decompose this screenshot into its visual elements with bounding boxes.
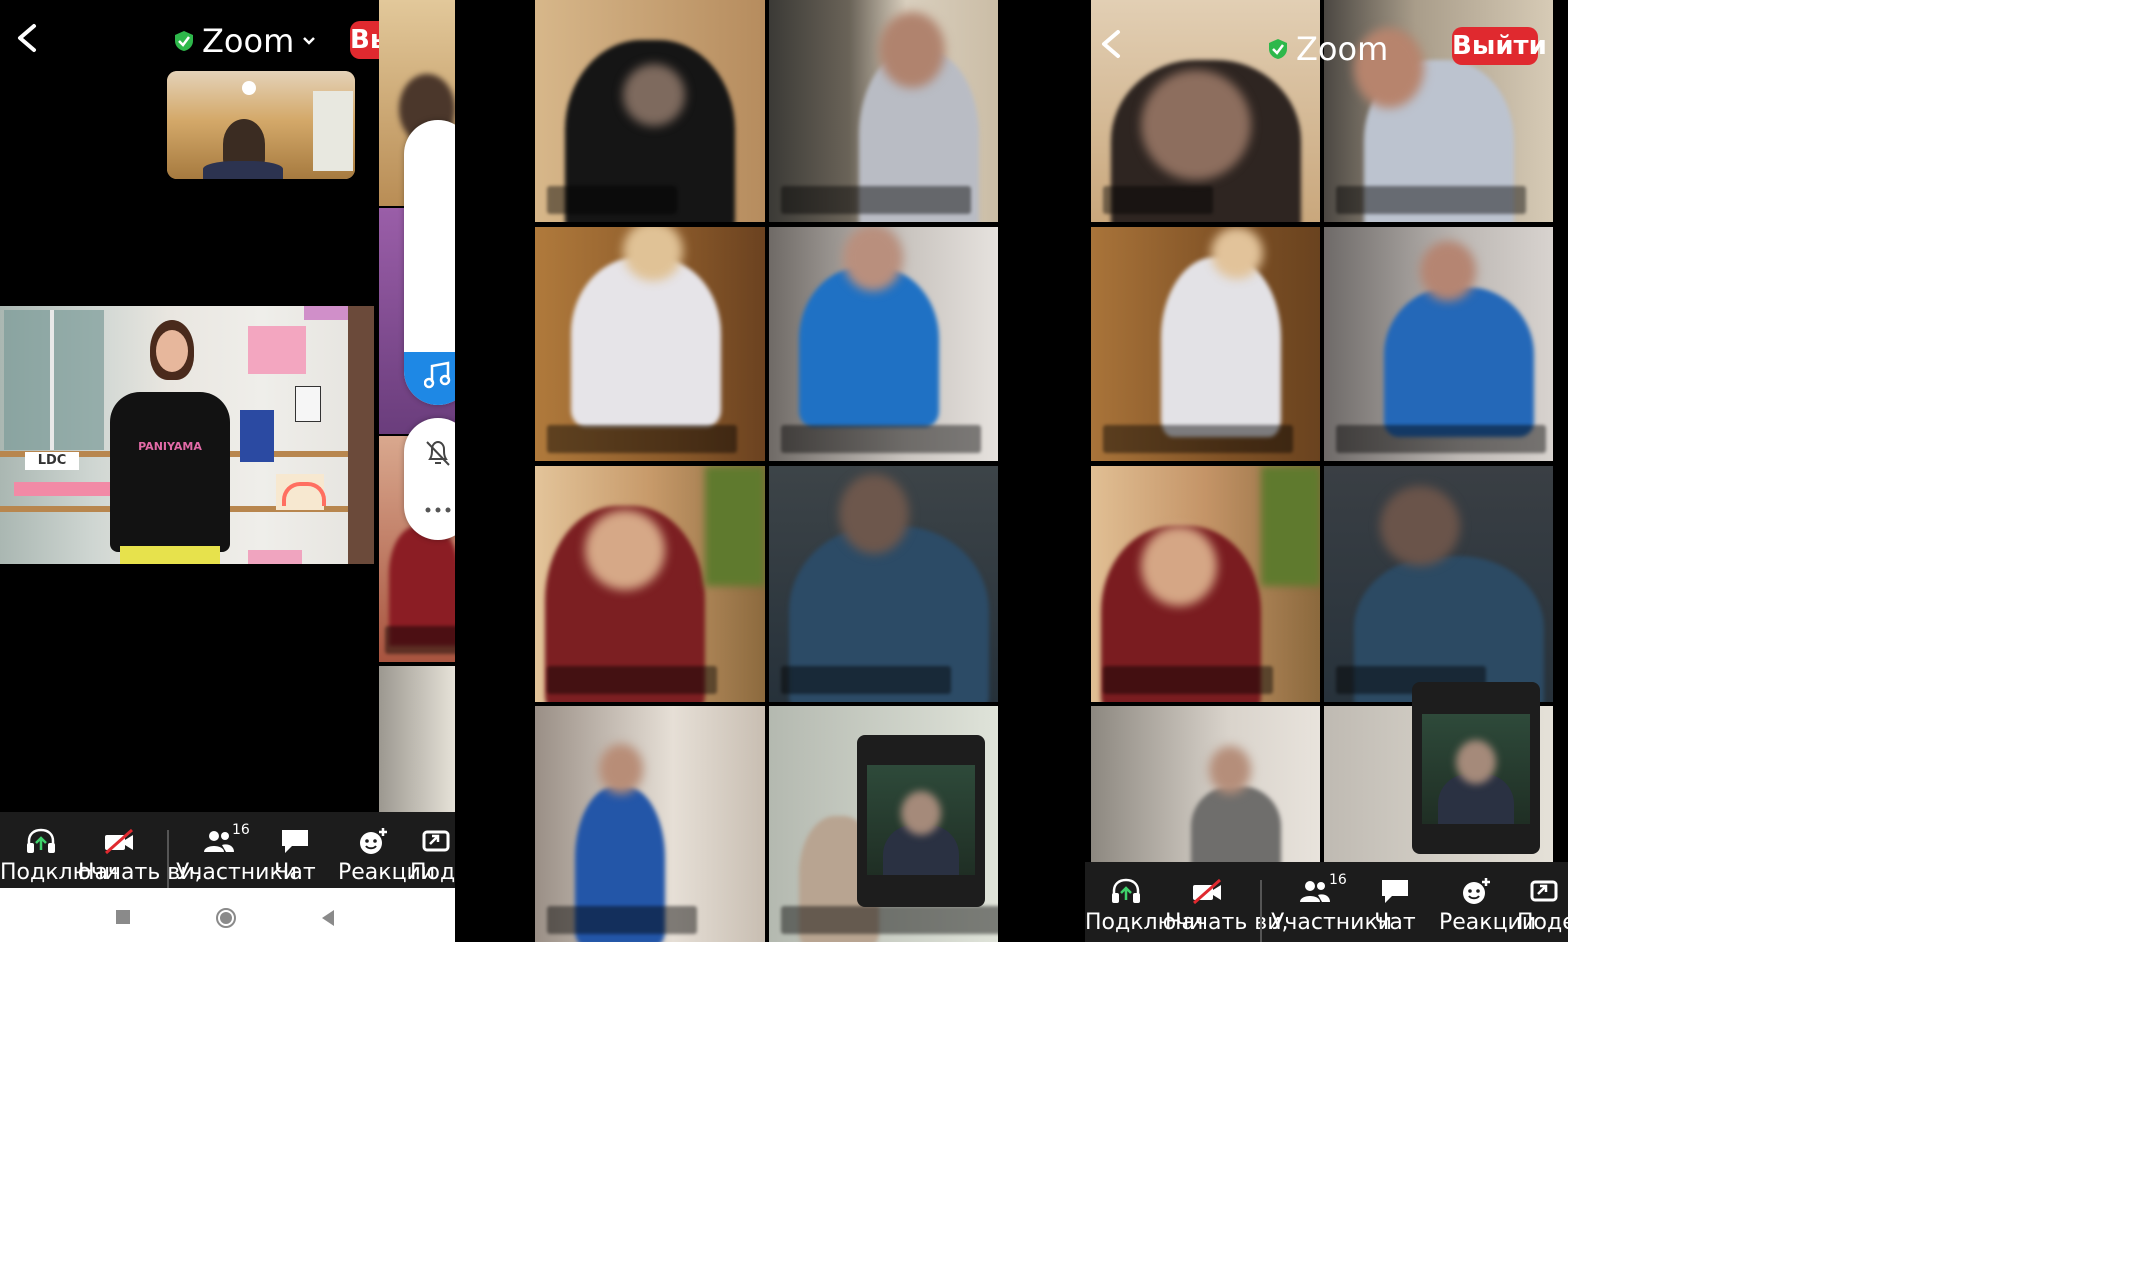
meeting-title[interactable]: Zoom xyxy=(1268,30,1388,68)
join-audio-button[interactable]: Подключи xyxy=(1085,862,1204,942)
participants-count: 16 xyxy=(1329,872,1347,888)
right-tile-7[interactable] xyxy=(1091,706,1320,864)
participants-label: Участники xyxy=(176,860,298,885)
recent-apps-icon[interactable] xyxy=(116,910,130,924)
meeting-title-text: Zoom xyxy=(202,22,295,60)
participant-tile-strip-4[interactable] xyxy=(379,666,455,812)
more-options-icon[interactable] xyxy=(424,500,452,513)
toolbar-separator xyxy=(167,830,169,896)
chat-button[interactable]: Чат xyxy=(1371,862,1419,942)
share-label: Поде.. xyxy=(410,860,460,885)
participants-label: Участники xyxy=(1271,910,1393,935)
reactions-button[interactable]: Реакции xyxy=(338,812,436,888)
gallery-tile-3[interactable] xyxy=(535,227,765,461)
leave-button[interactable]: Выйти xyxy=(1452,27,1547,65)
participants-count: 16 xyxy=(232,822,250,838)
shield-check-icon xyxy=(1269,39,1287,59)
bell-muted-icon[interactable] xyxy=(424,438,452,468)
floating-video-thumbnail-right[interactable] xyxy=(1412,682,1540,854)
right-blank-area xyxy=(1568,0,2141,1286)
start-video-label: Начать ви, xyxy=(78,860,202,885)
wall-poster xyxy=(248,326,306,374)
android-nav-bar xyxy=(0,888,455,946)
share-button[interactable]: Поде.. xyxy=(410,812,460,888)
right-tile-6[interactable] xyxy=(1324,466,1553,702)
gallery-tile-6[interactable] xyxy=(769,466,998,702)
ldc-sign: LDC xyxy=(25,452,79,470)
chevron-down-icon xyxy=(303,37,316,45)
gallery-tile-5[interactable] xyxy=(535,466,765,702)
chat-label: Чат xyxy=(1374,910,1416,935)
gallery-tile-4[interactable] xyxy=(769,227,998,461)
reactions-label: Реакции xyxy=(1439,910,1537,935)
floating-video-thumbnail-middle[interactable] xyxy=(857,735,985,907)
back-arrow-icon[interactable] xyxy=(12,22,42,54)
reactions-label: Реакции xyxy=(338,860,436,885)
participants-button[interactable]: 16 Участники xyxy=(1271,862,1393,942)
music-note-icon xyxy=(424,361,451,389)
left-meeting-toolbar: Подключи Начать ви, 16 Участники Чат Реа… xyxy=(0,812,460,896)
gallery-tile-1[interactable] xyxy=(535,0,765,222)
shield-check-icon xyxy=(175,31,193,51)
video-off-icon xyxy=(1193,878,1221,905)
speaker-shirt xyxy=(110,392,230,552)
start-video-button[interactable]: Начать ви, xyxy=(1165,862,1289,942)
meeting-title-text: Zoom xyxy=(1296,30,1389,68)
chat-icon xyxy=(1382,880,1408,903)
video-off-icon xyxy=(105,828,133,855)
back-arrow-icon[interactable] xyxy=(1096,28,1126,60)
share-icon xyxy=(1530,880,1557,902)
right-meeting-toolbar: Подключи Начать ви, 16 Участники Чат Реа… xyxy=(1085,862,1568,946)
share-icon xyxy=(422,830,450,852)
reactions-icon xyxy=(360,828,387,854)
participants-icon xyxy=(204,831,234,852)
chat-icon xyxy=(282,830,308,853)
start-video-label: Начать ви, xyxy=(1165,910,1289,935)
participants-icon xyxy=(1300,881,1330,902)
chat-button[interactable]: Чат xyxy=(270,812,320,888)
share-button[interactable]: Поде.. xyxy=(1517,862,1568,942)
participants-button[interactable]: 16 Участники xyxy=(176,812,298,888)
headphones-icon xyxy=(27,828,55,853)
toolbar-separator xyxy=(1260,880,1262,946)
join-audio-button[interactable]: Подключи xyxy=(0,812,119,888)
back-nav-icon[interactable] xyxy=(320,908,336,928)
right-tile-3[interactable] xyxy=(1091,227,1320,461)
join-audio-label: Подключи xyxy=(1085,910,1204,935)
start-video-button[interactable]: Начать ви, xyxy=(78,812,202,888)
home-icon[interactable] xyxy=(214,906,238,930)
join-audio-label: Подключи xyxy=(0,860,119,885)
bottom-blank-area-left xyxy=(0,946,455,1286)
right-tile-4[interactable] xyxy=(1324,227,1553,461)
chat-label: Чат xyxy=(274,860,316,885)
gallery-tile-2[interactable] xyxy=(769,0,998,222)
share-label: Поде.. xyxy=(1517,910,1568,935)
bottom-blank-area xyxy=(455,942,1568,1286)
right-tile-5[interactable] xyxy=(1091,466,1320,702)
gallery-tile-7[interactable] xyxy=(535,706,765,942)
shirt-text: PANIYAMA xyxy=(138,440,202,453)
reactions-icon xyxy=(1463,878,1490,904)
headphones-icon xyxy=(1112,878,1140,903)
meeting-title[interactable]: Zoom xyxy=(174,22,316,60)
self-view-thumbnail[interactable] xyxy=(167,71,355,179)
reactions-button[interactable]: Реакции xyxy=(1439,862,1537,942)
main-speaker-video[interactable]: LDC PANIYAMA xyxy=(0,306,374,564)
